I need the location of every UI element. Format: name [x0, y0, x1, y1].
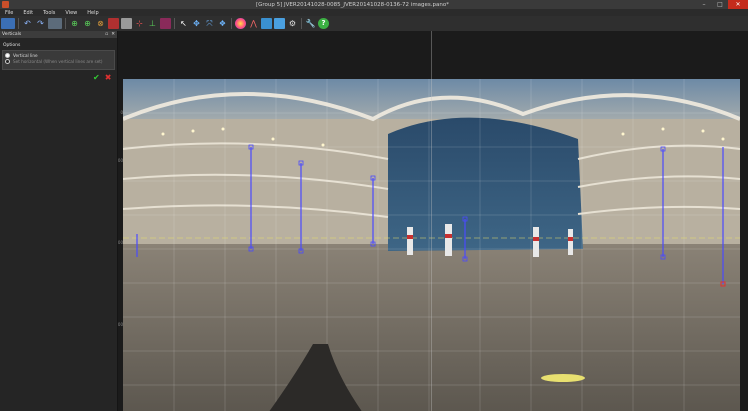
floor-light-spot [541, 374, 585, 382]
straighten-icon[interactable] [160, 18, 171, 29]
center-guide-line [431, 31, 432, 411]
accept-check-icon[interactable]: ✔ [93, 73, 100, 82]
pan-icon[interactable]: ✥ [191, 18, 202, 29]
close-panel-button[interactable]: ✕ [111, 32, 115, 37]
verticals-panel: Verticals ▫ ✕ Options Vertical line Set … [0, 31, 118, 411]
toolbar-separator [18, 18, 19, 29]
toolbar-separator [301, 18, 302, 29]
help-icon[interactable]: ? [318, 18, 329, 29]
set-horizontal-option[interactable]: Set horizontal (When vertical lines are … [5, 58, 112, 64]
panorama-canvas[interactable]: 0 100 200 300 [118, 31, 748, 411]
glass-tower [388, 117, 583, 252]
move-icon[interactable]: ⊕ [82, 18, 93, 29]
transform-icon[interactable]: ❖ [217, 18, 228, 29]
float-panel-button[interactable]: ▫ [105, 32, 108, 37]
tone-icon[interactable]: ⋀ [248, 18, 259, 29]
render-icon[interactable] [274, 18, 285, 29]
redo-icon[interactable]: ↷ [35, 18, 46, 29]
options-box: Vertical line Set horizontal (When verti… [2, 50, 115, 70]
menu-help[interactable]: Help [82, 10, 103, 16]
options-label: Options [3, 43, 21, 48]
horizon-icon[interactable]: ⊹ [134, 18, 145, 29]
panel-title: Verticals [2, 32, 22, 37]
panel-actions: ✔ ✖ [93, 73, 111, 82]
minimize-button[interactable]: – [696, 0, 712, 9]
window-title: [Group 5] JVER20141028-0085_JVER20141028… [255, 1, 450, 8]
radio-selected-icon[interactable] [5, 52, 10, 58]
menu-file[interactable]: File [0, 10, 18, 16]
window-controls: – □ ✕ [696, 0, 748, 9]
radio-icon[interactable] [5, 58, 10, 64]
wrench-icon[interactable]: 🔧 [305, 18, 316, 29]
export-icon[interactable] [261, 18, 272, 29]
open-icon[interactable] [1, 18, 15, 29]
menu-view[interactable]: View [60, 10, 82, 16]
select-icon[interactable]: ↖ [178, 18, 189, 29]
cancel-x-icon[interactable]: ✖ [105, 73, 112, 82]
undo-icon[interactable]: ↶ [22, 18, 33, 29]
settings-icon[interactable]: ⚙ [287, 18, 298, 29]
menu-edit[interactable]: Edit [18, 10, 38, 16]
scale-icon[interactable]: ⤧ [204, 18, 215, 29]
image-icon[interactable] [48, 18, 62, 29]
rotate-icon[interactable]: ⊗ [95, 18, 106, 29]
toolbar: ↶ ↷ ⊕ ⊕ ⊗ ⊹ ⊥ ↖ ✥ ⤧ ❖ ⋀ ⚙ 🔧 ? [0, 16, 748, 32]
close-window-button[interactable]: ✕ [728, 0, 748, 9]
option-label: Set horizontal (When vertical lines are … [13, 58, 103, 64]
panel-header: Verticals ▫ ✕ [0, 31, 117, 38]
toolbar-separator [174, 18, 175, 29]
menu-bar: File Edit Tools View Help [0, 9, 748, 16]
app-icon [2, 1, 9, 8]
crop-icon[interactable]: ⊕ [69, 18, 80, 29]
maximize-button[interactable]: □ [712, 0, 728, 9]
mask-icon[interactable] [108, 18, 119, 29]
title-bar: [Group 5] JVER20141028-0085_JVER20141028… [0, 0, 748, 9]
option-label: Vertical line [13, 52, 38, 58]
menu-tools[interactable]: Tools [38, 10, 60, 16]
toolbar-separator [231, 18, 232, 29]
blend-icon[interactable] [235, 18, 246, 29]
exposure-icon[interactable] [121, 18, 132, 29]
vertical-icon[interactable]: ⊥ [147, 18, 158, 29]
toolbar-separator [65, 18, 66, 29]
